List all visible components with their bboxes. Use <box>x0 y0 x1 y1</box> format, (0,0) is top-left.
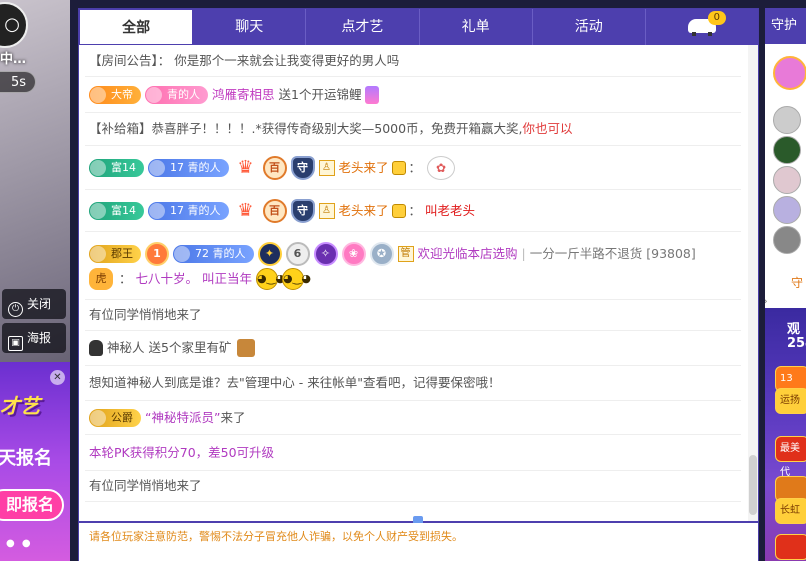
chat-tabs: 全部 聊天 点才艺 礼单 活动 0 <box>79 9 758 45</box>
user-name[interactable]: 老头来了 <box>339 201 389 221</box>
tiger-icon: 虎 <box>89 267 113 290</box>
wealth-badge: 富14 <box>89 158 144 177</box>
list-item: 【补给箱】 恭喜胖子！！！！.*获得传奇级别大奖—5000币，免费开箱赢大奖, … <box>85 113 741 146</box>
user-name[interactable]: “神秘特派员” <box>145 408 220 428</box>
smile-emoji-icon: ◕‿◕ <box>281 267 311 290</box>
guard-panel: 守护 › 守 观 254 13 运扬 最美代 长虹 <box>765 8 806 561</box>
message-list[interactable]: 【房间公告】： 你是那个一来就会让我变得更好的男人吗 大帝 青的人 鸿雁寄相思 … <box>79 45 747 521</box>
six-medal-icon: 6 <box>285 241 310 266</box>
crown-icon: ♛ <box>237 156 254 178</box>
pink-medal-icon: ❀ <box>341 241 366 266</box>
audience-box: 观 254 13 运扬 最美代 长虹 <box>765 308 806 561</box>
list-item: 公爵 “神秘特派员” 来了 <box>85 401 741 435</box>
promo-signup-button[interactable]: 即报名 <box>0 489 64 521</box>
admin-tag-icon: 管 <box>397 245 414 262</box>
fan-badge: 17 青的人 <box>148 201 229 220</box>
beer-icon <box>391 160 406 175</box>
wealth-badge: 富14 <box>89 201 144 220</box>
sticker-icon: ✿ <box>427 155 456 180</box>
rank-label[interactable]: 最美代 <box>775 436 806 478</box>
list-item: 富14 17 青的人 ♛ 百 守 ♙ 老头来了 ： 叫老老头 <box>85 190 741 232</box>
guard-avatar[interactable] <box>773 196 801 224</box>
poster-button[interactable]: ▣ 海报 <box>2 323 66 353</box>
list-item: 有位同学悄悄地来了 <box>85 471 741 502</box>
supply-link[interactable]: 你也可以 <box>523 119 573 139</box>
car-count-badge: 0 <box>707 11 726 25</box>
guard-avatar[interactable] <box>773 56 806 90</box>
star-medal-icon: ✦ <box>257 241 282 266</box>
tab-car[interactable]: 0 <box>646 9 758 45</box>
rank-badge: 郡王 <box>89 244 141 263</box>
chevron-right-icon[interactable]: › <box>765 294 768 308</box>
rank-one-icon: 1 <box>145 241 169 266</box>
rank-badge[interactable] <box>775 534 806 560</box>
tab-all[interactable]: 全部 <box>79 9 194 45</box>
user-name[interactable]: 欢迎光临本店选购 <box>418 244 518 264</box>
guard-shield-icon: 守 <box>290 198 315 223</box>
list-item: 有位同学悄悄地来了 <box>85 300 741 331</box>
user-tag-icon: ♙ <box>318 159 335 176</box>
list-item: 大帝 青的人 鸿雁寄相思 送1个开运锦鲤 <box>85 77 741 113</box>
beer-icon <box>391 203 406 218</box>
image-icon: ▣ <box>8 336 23 351</box>
promo-text: 天报名 <box>0 448 52 469</box>
list-item: 本轮PK获得积分70，差50可升级 <box>85 435 741 471</box>
tab-gifts[interactable]: 礼单 <box>420 9 533 45</box>
guard-shield-icon: 守 <box>290 155 315 180</box>
host-name: 中… <box>0 52 27 67</box>
power-icon: ⏻ <box>8 302 23 317</box>
fan-badge: 72 青的人 <box>173 244 254 263</box>
user-name[interactable]: 鸿雁寄相思 <box>212 85 275 105</box>
guard-avatar[interactable] <box>773 226 801 254</box>
list-item: 想知道神秘人到底是谁？去"管理中心 - 来往帐单"查看吧，记得要保密哦！ <box>85 366 741 401</box>
gift-mine-icon <box>237 339 256 357</box>
mystery-user-icon <box>89 340 103 356</box>
user-tag-icon: ♙ <box>318 202 335 219</box>
silver-medal-icon: ✪ <box>369 241 394 266</box>
guard-avatar[interactable] <box>773 136 801 164</box>
level-badge: 大帝 <box>89 85 141 104</box>
tab-activity[interactable]: 活动 <box>533 9 646 45</box>
purple-medal-icon: ✧ <box>313 241 338 266</box>
fan-badge: 17 青的人 <box>148 158 229 177</box>
host-video-strip: ○ 中… 5s ⏻ 关闭 ▣ 海报 ✕ 才艺 天报名 即报名 ● ● <box>0 0 70 561</box>
guard-avatar[interactable] <box>773 166 801 194</box>
rank-label: 运扬 <box>775 388 806 414</box>
talent-promo-banner[interactable]: ✕ 才艺 天报名 即报名 ● ● <box>0 362 70 561</box>
crown-icon: ♛ <box>237 199 254 221</box>
message-scrollbar[interactable] <box>748 45 758 521</box>
gift-koi-icon <box>365 85 380 104</box>
list-item: 富14 17 青的人 ♛ 百 守 ♙ 老头来了 ： ✿ <box>85 146 741 190</box>
rank-badge: 公爵 <box>89 408 141 427</box>
promo-title: 才艺 <box>0 394 40 418</box>
hundred-medal-icon: 百 <box>262 198 287 223</box>
safety-notice: 请各位玩家注意防范，警惕不法分子冒充他人诈骗，以免个人财产受到损失。 <box>79 523 758 561</box>
guard-label: 守 <box>791 276 804 290</box>
tab-chat[interactable]: 聊天 <box>193 9 307 45</box>
user-name[interactable]: 神秘人 <box>107 338 145 358</box>
hundred-medal-icon: 百 <box>262 155 287 180</box>
timer-badge: 5s <box>0 71 36 93</box>
host-avatar[interactable]: ○ <box>0 2 28 48</box>
smile-emoji-icon: ◕‿◕ <box>255 267 285 290</box>
audience-count: 254 <box>787 336 806 351</box>
scrollbar-thumb[interactable] <box>749 455 757 515</box>
list-item: 【房间公告】： 你是那个一来就会让我变得更好的男人吗 <box>85 45 741 77</box>
chat-panel: 全部 聊天 点才艺 礼单 活动 0 【房间公告】： 你是那个一来就会让我变得更好… <box>78 8 759 561</box>
list-item: 郡王 1 72 青的人 ✦ 6 ✧ ❀ ✪ 管 欢迎光临本店选购 | 一分一斤半… <box>85 232 741 300</box>
list-item: 神秘人 送5个家里有矿 <box>85 331 741 366</box>
rank-label: 长虹 <box>775 498 806 524</box>
guard-avatar[interactable] <box>773 106 801 134</box>
guard-title[interactable]: 守护 <box>765 8 806 44</box>
tab-talent[interactable]: 点才艺 <box>306 9 420 45</box>
close-promo-icon[interactable]: ✕ <box>50 370 65 385</box>
close-button[interactable]: ⏻ 关闭 <box>2 289 66 319</box>
carousel-dots[interactable]: ● ● <box>6 538 33 549</box>
user-name[interactable]: 老头来了 <box>339 158 389 178</box>
fan-badge: 青的人 <box>145 85 208 104</box>
audience-label: 观 <box>787 322 801 337</box>
